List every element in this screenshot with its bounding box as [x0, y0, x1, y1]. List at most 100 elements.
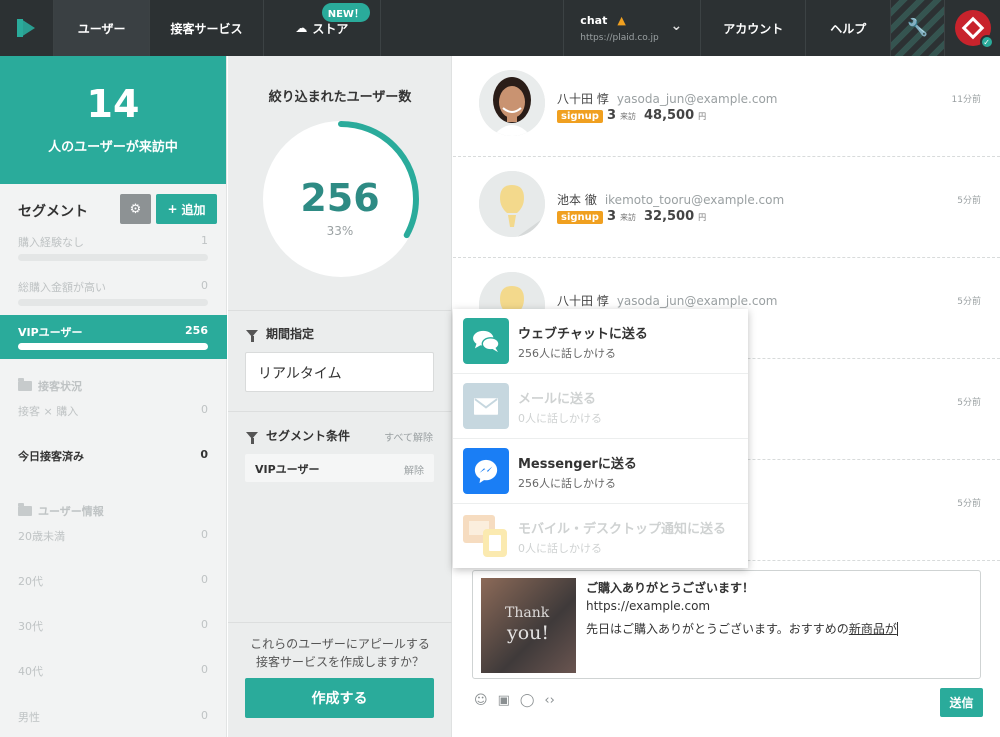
segment-item[interactable]: 接客 × 購入 0 — [0, 403, 227, 433]
timestamp: 5分前 — [957, 398, 981, 408]
nav-service[interactable]: 接客サービス — [150, 0, 264, 56]
user-meta: signup 3 来訪 32,500 円 — [557, 209, 706, 224]
segment-group[interactable]: ユーザー情報 — [18, 503, 104, 519]
filter-icon — [246, 330, 258, 342]
envelope-glyph — [474, 397, 498, 415]
user-avatar-menu[interactable]: ✓ — [945, 0, 1000, 56]
visit-count: 3 — [606, 209, 616, 224]
user-meta: signup 3 来訪 48,500 円 — [557, 108, 706, 123]
list-item[interactable]: 池本 徹 ikemoto_tooru@example.com signup 3 来… — [453, 157, 1000, 258]
condition-label: セグメント条件 — [266, 429, 351, 443]
segment-item[interactable]: 30代 0 — [0, 618, 227, 648]
add-label: 追加 — [181, 202, 206, 217]
segment-bar — [18, 343, 208, 350]
menu-item-webchat[interactable]: ウェブチャットに送る 256人に話しかける — [453, 309, 748, 374]
visitor-label: 人のユーザーが来訪中 — [48, 140, 178, 155]
divider — [228, 411, 452, 412]
nav-account[interactable]: アカウント — [701, 0, 807, 56]
project-name: chat — [580, 13, 608, 27]
message-title: ご購入ありがとうございます！ — [586, 581, 755, 595]
visit-unit: 来訪 — [619, 213, 636, 222]
project-url: https://plaid.co.jp — [580, 32, 659, 43]
segment-count: 1 — [201, 234, 208, 247]
segment-name: 20代 — [18, 575, 43, 588]
nav-users[interactable]: ユーザー — [53, 0, 151, 56]
segment-item[interactable]: 購入経験なし 1 — [0, 234, 227, 264]
user-email: yasoda_jun@example.com — [616, 294, 778, 308]
status-badge: signup — [557, 110, 603, 123]
segment-title: セグメント — [18, 204, 88, 220]
add-segment-button[interactable]: + 追加 — [156, 194, 217, 224]
segment-count: 256 — [185, 324, 208, 337]
speech-bubble-icon[interactable]: ◯ — [520, 693, 535, 708]
segment-item[interactable]: 40代 0 — [0, 663, 227, 693]
appeal-text: これらのユーザーにアピールする 接客サービスを作成しますか？ — [228, 635, 452, 671]
timestamp: 5分前 — [957, 499, 981, 509]
segment-item-vip[interactable]: VIPユーザー 256 — [0, 315, 227, 359]
new-badge: NEW！ — [321, 3, 370, 22]
menu-item-messenger[interactable]: Messengerに送る 256人に話しかける — [453, 439, 748, 504]
filter-icon — [246, 432, 258, 444]
image-text: Thank — [505, 605, 550, 621]
filtered-percent: 33% — [326, 224, 354, 238]
segment-bar — [18, 299, 208, 306]
gear-icon[interactable]: ⚙ — [120, 194, 151, 224]
filtered-title: 絞り込まれたユーザー数 — [268, 90, 412, 105]
segment-item[interactable]: 総購入金額が高い 0 — [0, 279, 227, 309]
wrench-icon[interactable]: 🔧 — [891, 0, 946, 56]
purchase-amount: 32,500 — [643, 209, 695, 224]
timestamp: 5分前 — [957, 297, 981, 307]
mail-icon — [463, 383, 509, 429]
project-selector[interactable]: chat ▲ https://plaid.co.jp ⌄ — [564, 0, 702, 56]
menu-item-email: メールに送る 0人に話しかける — [453, 374, 748, 439]
period-label: 期間指定 — [266, 327, 315, 341]
warning-icon: ▲ — [617, 13, 626, 27]
timestamp: 5分前 — [957, 196, 981, 206]
period-select[interactable]: リアルタイム — [245, 352, 434, 392]
menu-item-title: メールに送る — [518, 392, 597, 407]
appeal-line: これらのユーザーにアピールする — [250, 637, 430, 651]
segment-item[interactable]: 20代 0 — [0, 573, 227, 603]
user-name-line: 八十田 惇 yasoda_jun@example.com — [557, 90, 778, 107]
clear-all-link[interactable]: すべて解除 — [384, 429, 433, 444]
avatar — [479, 171, 545, 237]
segment-count: 0 — [200, 448, 208, 461]
message-body-composing: 新商品が — [848, 622, 898, 636]
check-icon: ✓ — [979, 35, 994, 49]
menu-item-title: Messengerに送る — [518, 457, 637, 472]
list-item[interactable]: 八十田 惇 yasoda_jun@example.com signup 3 来訪 … — [453, 56, 1000, 157]
message-image[interactable]: Thank you! — [481, 578, 576, 673]
segment-group[interactable]: 接客状況 — [18, 378, 82, 394]
top-nav-bar: ユーザー 接客サービス ☁ ストア NEW！ chat ▲ https://pl… — [0, 0, 1000, 56]
folder-icon — [18, 503, 32, 516]
menu-item-sub: 0人に話しかける — [518, 412, 602, 425]
menu-item-sub: 0人に話しかける — [518, 542, 602, 555]
segment-name: 総購入金額が高い — [18, 281, 106, 294]
segment-bar — [18, 254, 208, 261]
nav-spacer — [381, 0, 565, 56]
nav-help[interactable]: ヘルプ — [806, 0, 892, 56]
nav-store[interactable]: ☁ ストア NEW！ — [264, 0, 381, 56]
purchase-amount: 48,500 — [643, 108, 695, 123]
segment-item[interactable]: 20歳未満 0 — [0, 528, 227, 558]
segment-name: VIPユーザー — [18, 326, 83, 339]
segment-count: 0 — [201, 618, 208, 631]
condition-remove-link[interactable]: 解除 — [404, 462, 424, 477]
condition-section-title: セグメント条件 — [246, 427, 350, 444]
code-icon[interactable]: ‹› — [544, 693, 554, 708]
segment-item[interactable]: 男性 0 — [0, 709, 227, 737]
emoji-icon[interactable]: ☺ — [474, 693, 488, 708]
image-text: you! — [507, 622, 550, 644]
message-composer[interactable]: Thank you! ご購入ありがとうございます！ https://exampl… — [472, 570, 981, 679]
menu-item-title: ウェブチャットに送る — [518, 327, 648, 342]
segment-name: 20歳未満 — [18, 530, 65, 543]
appeal-line: 接客サービスを作成しますか？ — [255, 655, 424, 669]
segment-name: 40代 — [18, 665, 43, 678]
group-label: 接客状況 — [38, 380, 82, 393]
segment-item[interactable]: 今日接客済み 0 — [0, 448, 227, 478]
image-icon[interactable]: ▣ — [498, 693, 510, 708]
create-button[interactable]: 作成する — [245, 678, 434, 718]
menu-item-title: モバイル・デスクトップ通知に送る — [518, 522, 727, 537]
karte-logo[interactable] — [0, 0, 54, 56]
send-button[interactable]: 送信 — [940, 688, 983, 717]
